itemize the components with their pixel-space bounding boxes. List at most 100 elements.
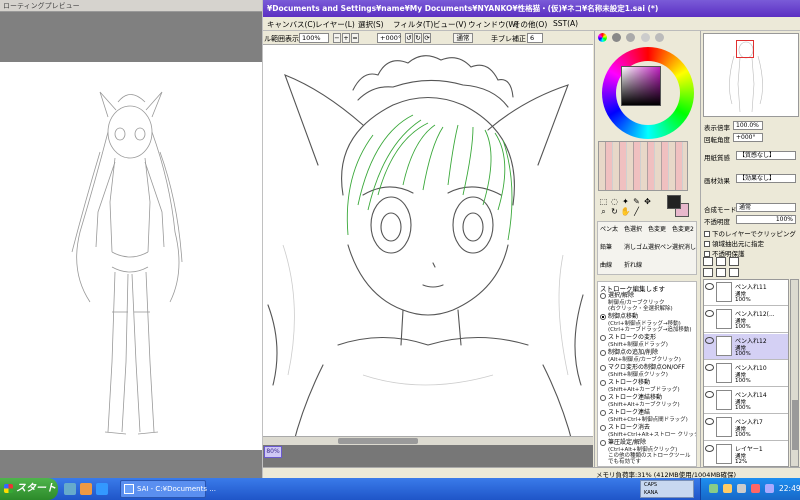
select-rect-icon[interactable]: ⬚ — [598, 197, 609, 207]
menu-layer[interactable]: レイヤー(L) — [315, 19, 355, 30]
start-button[interactable]: スタート — [0, 478, 58, 500]
layer-scroll-thumb[interactable] — [792, 400, 798, 450]
new-layer-icon[interactable] — [703, 257, 713, 266]
tool-select-pen[interactable]: 選択ペン — [648, 242, 672, 251]
stroke-option[interactable]: ストローク移動 — [600, 379, 650, 386]
rgb-slider-icon[interactable] — [612, 33, 622, 42]
stroke-option-radio[interactable] — [600, 439, 606, 446]
tablet-icon[interactable] — [765, 484, 774, 493]
stroke-option-radio[interactable] — [600, 364, 606, 371]
zoom-field[interactable]: 100% — [299, 33, 329, 43]
eye-icon[interactable] — [705, 310, 714, 317]
eye-icon[interactable] — [705, 418, 714, 425]
menu-canvas[interactable]: キャンバス(C) — [267, 19, 316, 30]
stroke-option-radio[interactable] — [600, 379, 606, 386]
blend-select[interactable]: 通常 — [736, 203, 796, 212]
duplicate-layer-icon[interactable] — [729, 257, 739, 266]
pipette-icon[interactable]: ╱ — [631, 207, 642, 217]
stroke-option[interactable]: ストローク消去 — [600, 424, 650, 431]
color-wheel-icon[interactable] — [598, 33, 607, 42]
menu-window[interactable]: ウィンドウ(W) — [468, 19, 519, 30]
rotation-field[interactable]: +000° — [733, 133, 763, 142]
mode-button[interactable]: 通常 — [453, 33, 473, 43]
eye-icon[interactable] — [705, 283, 714, 290]
quicklaunch-media-icon[interactable] — [80, 483, 92, 495]
swatch-icon[interactable] — [640, 33, 650, 42]
stroke-option[interactable]: ストローク連結移動 — [600, 394, 662, 401]
zoom-icon[interactable]: ⌕ — [598, 207, 609, 217]
zoom-reset-button[interactable]: = — [351, 33, 359, 43]
layer-row[interactable]: ペン入れ12(... 通常 100% — [704, 307, 788, 333]
menu-filter[interactable]: フィルタ(T) — [393, 19, 433, 30]
menu-other[interactable]: その他(O) — [513, 19, 547, 30]
stroke-option-radio[interactable] — [600, 313, 606, 320]
menu-select[interactable]: 選択(S) — [358, 19, 384, 30]
clear-layer-icon[interactable] — [716, 268, 726, 277]
menu-sst[interactable]: SST(A) — [553, 19, 578, 28]
tool-pencil[interactable]: 鉛筆 — [600, 242, 612, 251]
alert-icon[interactable] — [751, 484, 760, 493]
layer-row[interactable]: ペン入れ7 通常 100% — [704, 415, 788, 441]
stroke-option[interactable]: ストロークの変形 — [600, 334, 656, 341]
new-folder-icon[interactable] — [716, 257, 726, 266]
eye-icon[interactable] — [705, 337, 714, 344]
foreground-color[interactable] — [667, 195, 681, 209]
security-icon[interactable] — [737, 484, 746, 493]
layer-row[interactable]: ペン入れ10 通常 100% — [704, 361, 788, 387]
magic-wand-icon[interactable]: ✦ — [620, 197, 631, 207]
tool-color-change2[interactable]: 色変更2 — [672, 224, 694, 233]
quicklaunch-ie-icon[interactable] — [96, 483, 108, 495]
layer-scrollbar[interactable] — [790, 279, 799, 467]
eye-icon[interactable] — [705, 364, 714, 371]
ime-bar[interactable]: CAPS KANA — [640, 480, 694, 498]
tool-polyline[interactable]: 折れ線 — [624, 260, 642, 269]
angle-field[interactable]: +000° — [377, 33, 401, 43]
zoom-indicator[interactable]: 80% — [264, 446, 282, 458]
stroke-option-radio[interactable] — [600, 334, 606, 341]
canvas-scroll-thumb[interactable] — [338, 438, 418, 444]
scratchpad-icon[interactable] — [654, 33, 664, 42]
stroke-option[interactable]: 制御点移動 — [600, 313, 638, 320]
navigator[interactable] — [703, 33, 799, 117]
quicklaunch-desktop-icon[interactable] — [64, 483, 76, 495]
paper-select[interactable]: 【質感なし】 — [736, 151, 796, 160]
layer-row[interactable]: ペン入れ12 通常 100% — [704, 334, 788, 360]
canvas-horizontal-scrollbar[interactable] — [263, 436, 593, 445]
stroke-option-radio[interactable] — [600, 349, 606, 356]
stroke-option-radio[interactable] — [600, 292, 606, 299]
eyedropper-icon[interactable]: ✎ — [631, 197, 642, 207]
zoom-out-button[interactable]: − — [333, 33, 341, 43]
hand-icon[interactable]: ✋ — [620, 207, 631, 217]
navigator-viewport[interactable] — [736, 40, 754, 58]
layer-row[interactable]: ペン入れ14 通常 100% — [704, 388, 788, 414]
taskbar-item-sai[interactable]: SAI - C:¥Documents ... — [120, 480, 216, 498]
stroke-option-radio[interactable] — [600, 394, 606, 401]
stroke-option[interactable]: 選択/解除 — [600, 292, 634, 299]
stroke-option[interactable]: ストローク連結 — [600, 409, 650, 416]
tool-curve[interactable]: 曲線 — [600, 260, 612, 269]
rotate-left-button[interactable]: ↺ — [405, 33, 413, 43]
delete-layer-icon[interactable] — [729, 268, 739, 277]
rotate-reset-button[interactable]: ⟳ — [423, 33, 431, 43]
move-icon[interactable]: ✥ — [642, 197, 653, 207]
drawing-canvas[interactable] — [263, 45, 593, 445]
tool-color-select[interactable]: 色選択 — [624, 224, 642, 233]
rotate-right-button[interactable]: ↻ — [414, 33, 422, 43]
stroke-option-radio[interactable] — [600, 424, 606, 431]
preview-titlebar[interactable]: ローティングプレビュー — [0, 0, 262, 12]
hsv-slider-icon[interactable] — [626, 33, 636, 42]
tool-select-erase[interactable]: 選択消し — [672, 242, 696, 251]
stabilizer-select[interactable]: 6 — [527, 33, 543, 43]
stroke-option[interactable]: 筆圧設定/解除 — [600, 439, 646, 446]
tool-pen[interactable]: ペン太 — [600, 224, 618, 233]
layer-row[interactable]: ペン入れ11 通常 100% — [704, 280, 788, 306]
menu-view[interactable]: ビュー(V) — [433, 19, 466, 30]
stroke-option-radio[interactable] — [600, 409, 606, 416]
tool-color-change[interactable]: 色変更 — [648, 224, 666, 233]
saturation-value-picker[interactable] — [621, 66, 661, 106]
rotate-icon[interactable]: ↻ — [609, 207, 620, 217]
scale-field[interactable]: 100.0% — [733, 121, 763, 130]
volume-icon[interactable] — [723, 484, 732, 493]
zoom-in-button[interactable]: + — [342, 33, 350, 43]
color-swatches[interactable] — [598, 141, 688, 191]
